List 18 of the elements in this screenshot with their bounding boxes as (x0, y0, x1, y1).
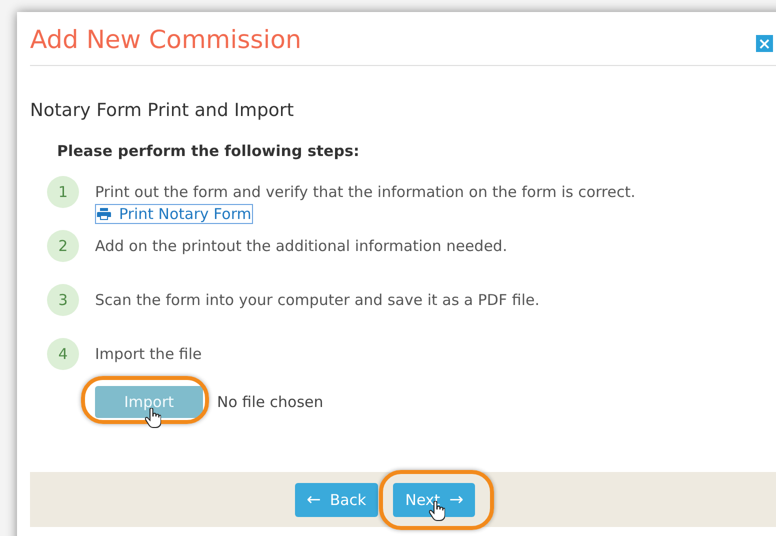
instructions-text: Please perform the following steps: (57, 142, 360, 160)
step-text: Import the file (95, 345, 202, 363)
printer-icon (97, 208, 111, 220)
back-button[interactable]: ← Back (294, 482, 378, 516)
print-link[interactable]: Print Notary Form (95, 204, 254, 224)
file-status: No file chosen (217, 393, 324, 411)
section-title: Notary Form Print and Import (30, 100, 295, 121)
step-number: 3 (47, 284, 79, 316)
step-text: Add on the printout the additional information needed. (95, 237, 508, 255)
step-number: 1 (47, 176, 79, 208)
step-number: 2 (47, 230, 79, 262)
next-button[interactable]: Next → (393, 482, 476, 516)
import-button[interactable]: Import (95, 386, 203, 418)
step-text: Print out the form and verify that the information on the form is correct. (95, 183, 636, 201)
close-button[interactable]: × (756, 35, 773, 52)
step-text: Scan the form into your computer and save it as a PDF file. (95, 291, 540, 309)
step-number: 4 (47, 338, 79, 370)
dialog-title: Add New Commission (30, 25, 302, 54)
